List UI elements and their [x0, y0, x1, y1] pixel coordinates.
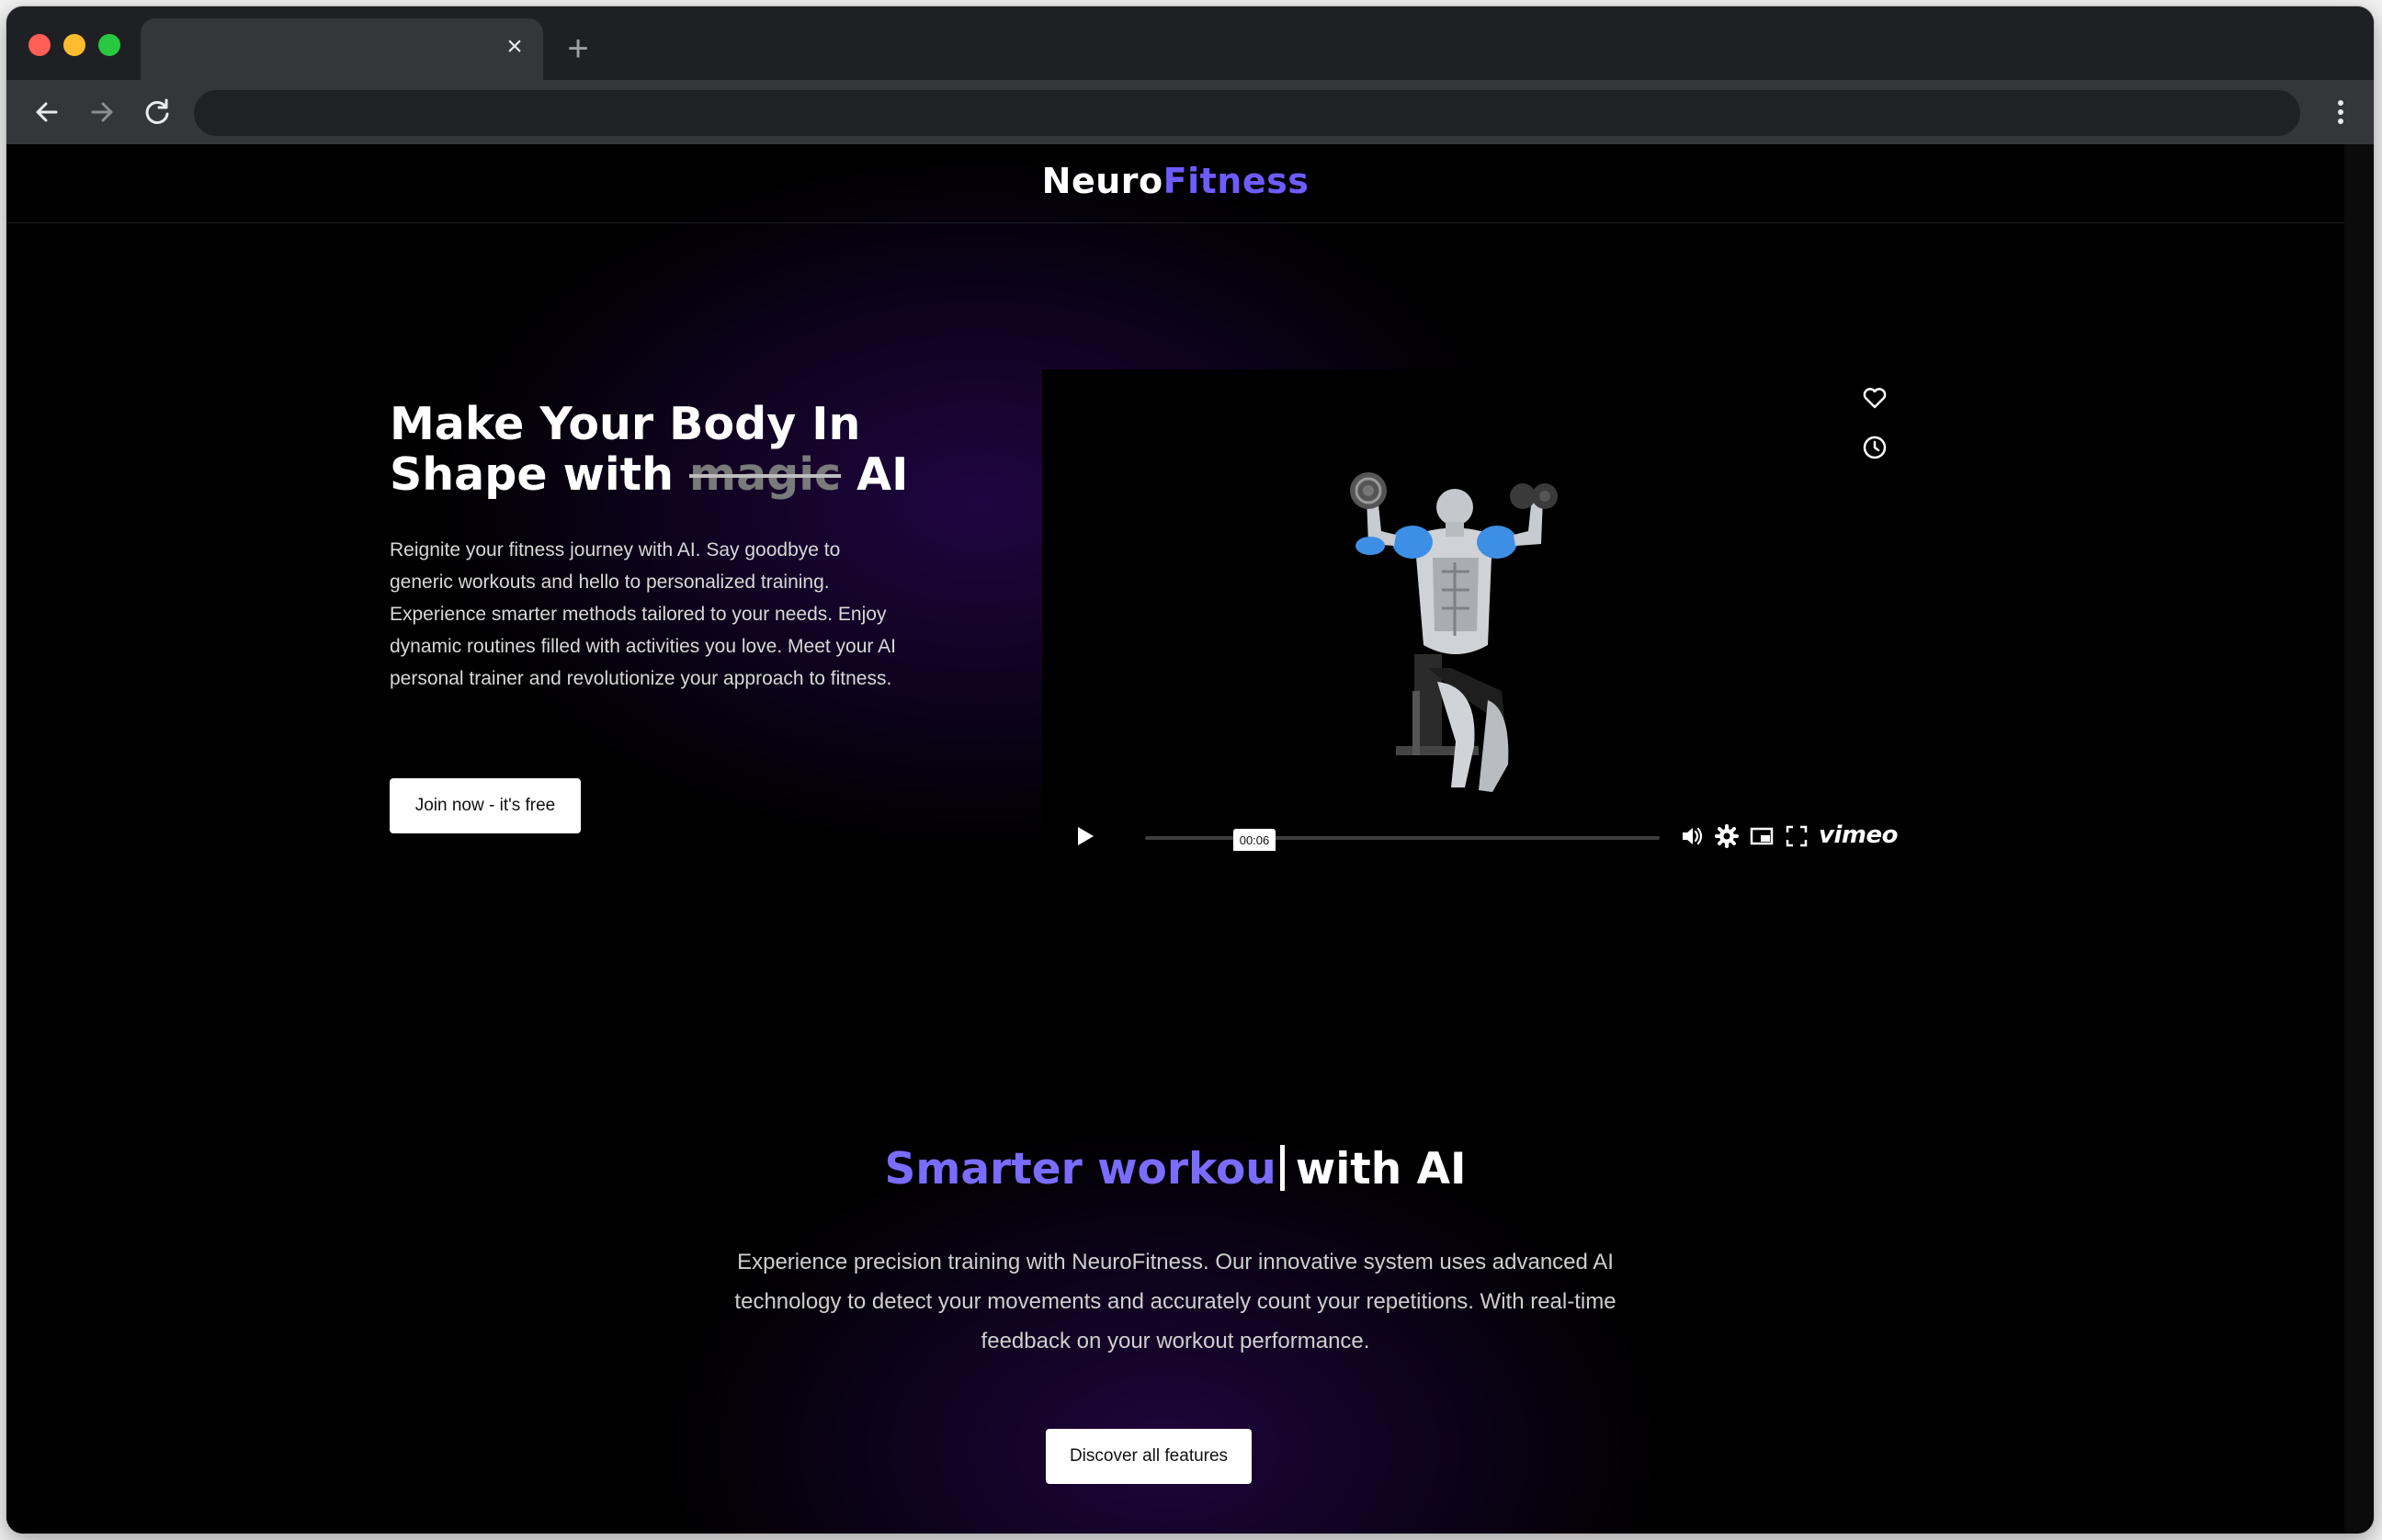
window-close-button[interactable] — [28, 34, 51, 56]
features-title: Smarter workou with AI — [6, 1144, 2344, 1195]
window-maximize-button[interactable] — [98, 34, 120, 56]
site-logo[interactable]: NeuroFitness — [6, 161, 2344, 201]
heart-icon[interactable] — [1859, 382, 1890, 413]
discover-features-button[interactable]: Discover all features — [1046, 1429, 1252, 1484]
join-now-button[interactable]: Join now - it's free — [390, 778, 581, 833]
fullscreen-icon[interactable] — [1784, 823, 1809, 849]
video-player[interactable]: 00:06 vimeo — [1042, 369, 1909, 851]
play-icon[interactable] — [1070, 821, 1099, 851]
video-controls: 00:06 vimeo — [1042, 810, 1909, 851]
features-title-typed: Smarter workou — [884, 1144, 1276, 1195]
workout-figure-image — [1350, 472, 1558, 792]
hero-title-line1: Make Your Body In — [390, 398, 861, 450]
clock-icon[interactable] — [1859, 432, 1890, 463]
tab-close-icon[interactable]: × — [499, 31, 530, 62]
hero-title-struck-word: magic — [689, 448, 842, 501]
pip-icon[interactable] — [1749, 823, 1775, 849]
features-title-rest: with AI — [1295, 1144, 1467, 1195]
typing-caret — [1279, 1145, 1285, 1191]
back-arrow-icon[interactable] — [28, 94, 65, 130]
logo-text-fitness: Fitness — [1163, 161, 1310, 201]
features-description: Experience precision training with Neuro… — [734, 1250, 1616, 1353]
hero-title: Make Your Body In Shape with magic AI — [390, 399, 959, 500]
site-header: NeuroFitness — [6, 144, 2344, 223]
kebab-menu-icon[interactable] — [2322, 94, 2359, 130]
volume-icon[interactable] — [1679, 823, 1705, 849]
address-bar[interactable] — [194, 90, 2300, 136]
page-viewport: NeuroFitness Make Your Body In Shape wit… — [6, 144, 2344, 1534]
logo-text-neuro: Neuro — [1041, 161, 1163, 201]
tab-bar: × + — [6, 6, 2374, 80]
scrollbar-gutter[interactable] — [2344, 144, 2374, 1534]
browser-window: × + NeuroFitness Make Your Body In Shape… — [6, 6, 2374, 1534]
window-minimize-button[interactable] — [63, 34, 85, 56]
vimeo-logo[interactable]: vimeo — [1819, 821, 1898, 849]
video-progress-bar[interactable]: 00:06 — [1145, 829, 1660, 851]
browser-tab[interactable]: × — [141, 18, 543, 80]
new-tab-button[interactable]: + — [560, 30, 596, 67]
forward-arrow-icon[interactable] — [84, 94, 120, 130]
reload-icon[interactable] — [139, 94, 176, 130]
settings-icon[interactable] — [1714, 823, 1740, 849]
hero-title-suffix: AI — [841, 448, 909, 501]
video-time-tooltip: 00:06 — [1233, 829, 1276, 851]
browser-toolbar — [6, 80, 2374, 144]
hero-title-prefix: Shape with — [390, 448, 690, 501]
hero-description: Reignite your fitness journey with AI. S… — [390, 539, 896, 689]
